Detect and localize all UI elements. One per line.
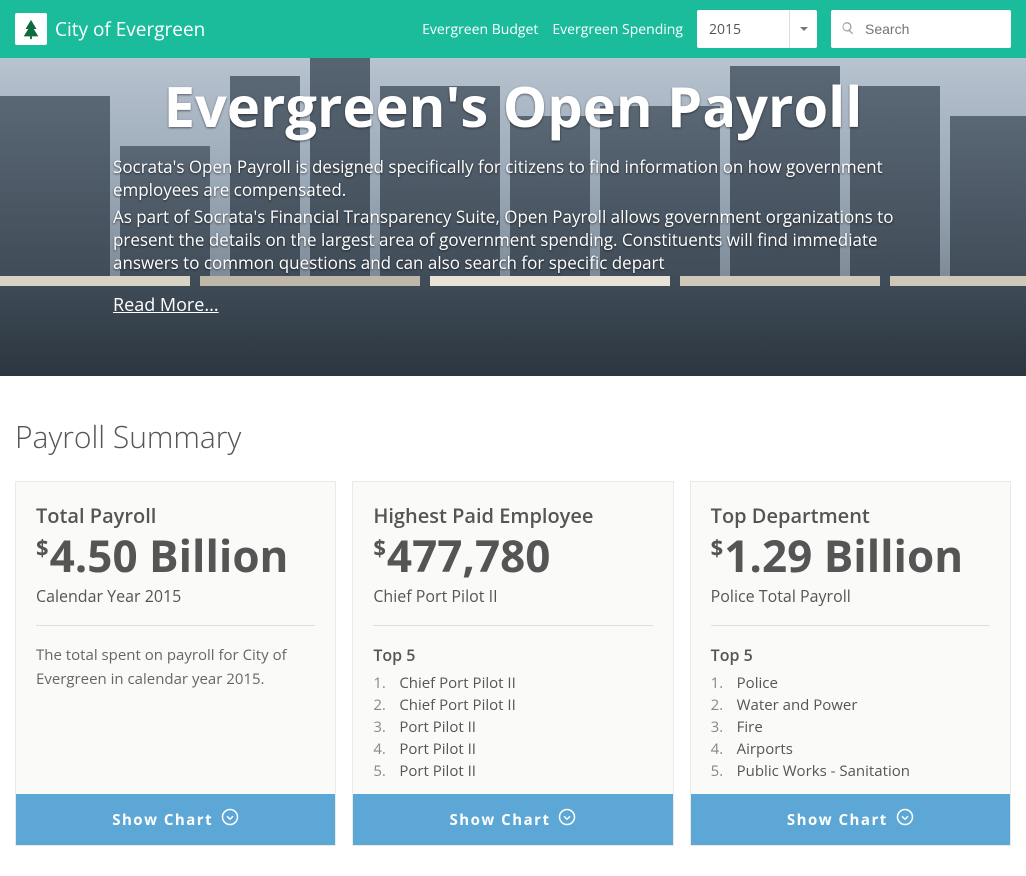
list-item[interactable]: 4.Port Pilot II [373,738,652,760]
top5-list: 1.Police 2.Water and Power 3.Fire 4.Airp… [711,672,990,782]
payroll-summary-section: Payroll Summary Total Payroll $4.50 Bill… [0,376,1026,876]
search-icon [841,18,855,40]
brand-name: City of Evergreen [55,16,205,42]
brand[interactable]: City of Evergreen [15,13,205,45]
top5-heading: Top 5 [373,644,652,666]
card-top-department: Top Department $1.29 Billion Police Tota… [690,481,1011,846]
read-more-link[interactable]: Read More... [113,293,219,317]
nav-link-spending[interactable]: Evergreen Spending [552,20,683,39]
list-item[interactable]: 4.Airports [711,738,990,760]
top5-heading: Top 5 [711,644,990,666]
top-nav: City of Evergreen Evergreen Budget Everg… [0,0,1026,58]
chevron-down-circle-icon [221,808,239,831]
list-item[interactable]: 1.Police [711,672,990,694]
nav-link-budget[interactable]: Evergreen Budget [422,20,538,39]
list-item[interactable]: 2.Water and Power [711,694,990,716]
year-select[interactable]: 2015 [697,10,817,48]
chevron-down-circle-icon [896,808,914,831]
top5-list: 1.Chief Port Pilot II 2.Chief Port Pilot… [373,672,652,782]
list-item[interactable]: 2.Chief Port Pilot II [373,694,652,716]
caret-down-icon [789,10,817,48]
chevron-down-circle-icon [558,808,576,831]
card-value: $477,780 [373,531,652,579]
show-chart-button[interactable]: Show Chart [691,794,1010,845]
hero: Evergreen's Open Payroll Socrata's Open … [0,58,1026,376]
list-item[interactable]: 3.Port Pilot II [373,716,652,738]
card-total-payroll: Total Payroll $4.50 Billion Calendar Yea… [15,481,336,846]
hero-description: Socrata's Open Payroll is designed speci… [113,156,913,275]
show-chart-button[interactable]: Show Chart [16,794,335,845]
brand-logo-icon [15,13,47,45]
show-chart-button[interactable]: Show Chart [353,794,672,845]
card-value: $1.29 Billion [711,531,990,579]
list-item[interactable]: 5.Public Works - Sanitation [711,760,990,782]
card-value: $4.50 Billion [36,531,315,579]
list-item[interactable]: 5.Port Pilot II [373,760,652,782]
card-subtitle: Chief Port Pilot II [373,585,652,607]
card-description: The total spent on payroll for City of E… [36,644,315,691]
section-title: Payroll Summary [15,416,1011,457]
list-item[interactable]: 1.Chief Port Pilot II [373,672,652,694]
card-subtitle: Calendar Year 2015 [36,585,315,607]
search-input[interactable] [865,21,1001,37]
search-box[interactable] [831,10,1011,48]
card-highest-paid: Highest Paid Employee $477,780 Chief Por… [352,481,673,846]
year-select-value: 2015 [709,20,741,39]
card-subtitle: Police Total Payroll [711,585,990,607]
list-item[interactable]: 3.Fire [711,716,990,738]
page-title: Evergreen's Open Payroll [113,68,913,144]
